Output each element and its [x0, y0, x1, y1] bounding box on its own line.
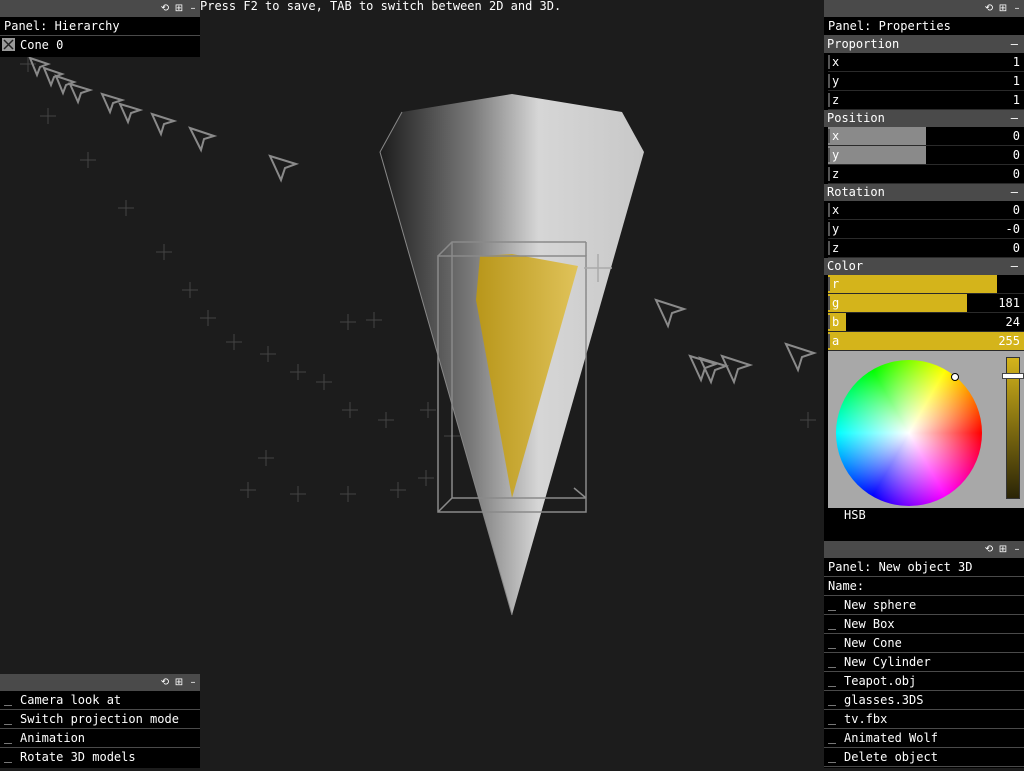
color-group[interactable]: Color – [824, 258, 1024, 275]
actions-toolbar: ⟲ ⊞ – [0, 674, 200, 691]
delete-object-button[interactable]: Delete object [824, 748, 1024, 767]
collapse-icon[interactable]: – [1011, 36, 1018, 53]
dock-icon[interactable]: ⊞ [998, 541, 1008, 558]
minimize-icon[interactable]: – [1012, 0, 1022, 17]
refresh-icon[interactable]: ⟲ [160, 0, 170, 17]
new-object-panel: ⟲ ⊞ – Panel: New object 3D Name: New sph… [824, 541, 1024, 768]
refresh-icon[interactable]: ⟲ [984, 0, 994, 17]
collapse-icon[interactable]: – [1011, 110, 1018, 127]
color-r-slider[interactable]: r [828, 275, 1024, 294]
collapse-icon[interactable]: – [1011, 184, 1018, 201]
animated-wolf-button[interactable]: Animated Wolf [824, 729, 1024, 748]
proportion-y-field[interactable]: y1 [828, 72, 1024, 91]
new-cylinder-button[interactable]: New Cylinder [824, 653, 1024, 672]
proportion-label: Proportion [827, 37, 900, 51]
properties-panel: ⟲ ⊞ – Panel: Properties Proportion – x1 … [824, 0, 1024, 541]
color-mode-label[interactable]: HSB [824, 508, 1024, 522]
refresh-icon[interactable]: ⟲ [984, 541, 994, 558]
hierarchy-panel: ⟲ ⊞ – Panel: Hierarchy Cone 0 [0, 0, 200, 57]
minimize-icon[interactable]: – [1012, 541, 1022, 558]
proportion-x-field[interactable]: x1 [828, 53, 1024, 72]
rotate-models-button[interactable]: Rotate 3D models [0, 748, 200, 766]
rotation-label: Rotation [827, 185, 885, 199]
new-cone-button[interactable]: New Cone [824, 634, 1024, 653]
collapse-icon[interactable]: – [1011, 258, 1018, 275]
position-z-field[interactable]: z0 [828, 165, 1024, 184]
minimize-icon[interactable]: – [188, 674, 198, 691]
new-sphere-button[interactable]: New sphere [824, 596, 1024, 615]
color-picker [828, 351, 1024, 508]
rotation-group[interactable]: Rotation – [824, 184, 1024, 201]
tv-button[interactable]: tv.fbx [824, 710, 1024, 729]
properties-title: Panel: Properties [824, 17, 1024, 36]
checkbox-icon[interactable] [2, 38, 15, 51]
position-x-field[interactable]: x0 [828, 127, 1024, 146]
rotation-z-field[interactable]: z0 [828, 239, 1024, 258]
cone-model [379, 94, 644, 616]
new-box-button[interactable]: New Box [824, 615, 1024, 634]
color-b-slider[interactable]: b 24 [828, 313, 1024, 332]
hierarchy-item-cone[interactable]: Cone 0 [0, 36, 200, 54]
dock-icon[interactable]: ⊞ [998, 0, 1008, 17]
rotation-x-field[interactable]: x0 [828, 201, 1024, 220]
hierarchy-title: Panel: Hierarchy [0, 17, 200, 36]
dock-icon[interactable]: ⊞ [174, 0, 184, 17]
properties-toolbar: ⟲ ⊞ – [824, 0, 1024, 17]
minimize-icon[interactable]: – [188, 0, 198, 17]
position-group[interactable]: Position – [824, 110, 1024, 127]
color-wheel-handle[interactable] [951, 373, 959, 381]
proportion-group[interactable]: Proportion – [824, 36, 1024, 53]
animation-button[interactable]: Animation [0, 729, 200, 748]
color-a-slider[interactable]: a 255 [828, 332, 1024, 351]
brightness-slider-handle[interactable] [1002, 373, 1024, 379]
color-wheel[interactable] [836, 360, 982, 506]
proportion-z-field[interactable]: z1 [828, 91, 1024, 110]
color-label: Color [827, 259, 864, 273]
name-input[interactable]: Name: [824, 577, 1024, 596]
camera-look-at-button[interactable]: Camera look at [0, 691, 200, 710]
refresh-icon[interactable]: ⟲ [160, 674, 170, 691]
switch-projection-button[interactable]: Switch projection mode [0, 710, 200, 729]
rotation-y-field[interactable]: y -0 [828, 220, 1024, 239]
new-object-toolbar: ⟲ ⊞ – [824, 541, 1024, 558]
help-hint: Press F2 to save, TAB to switch between … [200, 0, 562, 13]
hierarchy-item-label: Cone 0 [20, 38, 64, 52]
position-y-field[interactable]: y0 [828, 146, 1024, 165]
actions-panel: ⟲ ⊞ – Camera look at Switch projection m… [0, 674, 200, 768]
glasses-button[interactable]: glasses.3DS [824, 691, 1024, 710]
dock-icon[interactable]: ⊞ [174, 674, 184, 691]
color-g-slider[interactable]: g 181 [828, 294, 1024, 313]
position-label: Position [827, 111, 885, 125]
hierarchy-toolbar: ⟲ ⊞ – [0, 0, 200, 17]
new-object-title: Panel: New object 3D [824, 558, 1024, 577]
teapot-button[interactable]: Teapot.obj [824, 672, 1024, 691]
